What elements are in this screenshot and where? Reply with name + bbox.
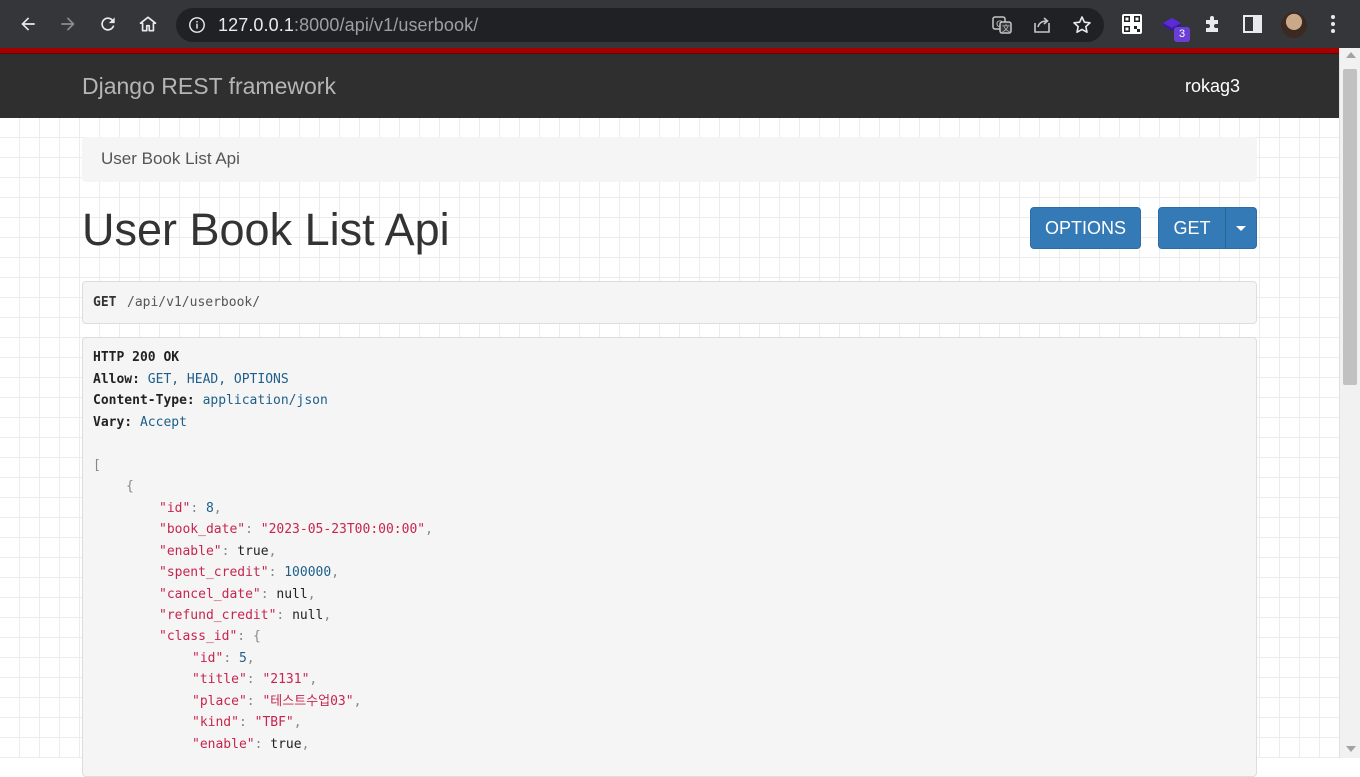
response-header: Content-Type: application/json (93, 393, 328, 409)
json-field: "title": "2131", (192, 672, 318, 687)
url-host: 127.0.0.1 (218, 15, 294, 35)
json-key: "book_date" (159, 522, 246, 537)
home-icon[interactable] (136, 12, 160, 36)
json-value: null (276, 587, 308, 602)
avatar[interactable] (1281, 12, 1307, 38)
json-field: "enable": true, (192, 737, 310, 752)
json-value: 8 (205, 501, 214, 516)
json-field: "book_date": "2023-05-23T00:00:00", (159, 522, 433, 537)
json-field: "enable": true, (159, 544, 277, 559)
request-info: GET /api/v1/userbook/ (82, 281, 1257, 324)
json-value: 5 (238, 651, 247, 666)
info-icon[interactable] (188, 16, 206, 34)
json-field: "place": "테스트수업03", (192, 694, 362, 709)
breadcrumb-item[interactable]: User Book List Api (101, 149, 240, 169)
json-key: "kind" (192, 715, 239, 730)
json-field: "refund_credit": null, (159, 608, 332, 623)
browser-toolbar: 127.0.0.1:8000/api/v1/userbook/ G文 3 (0, 0, 1360, 48)
json-field: "class_id": { (159, 629, 261, 644)
request-path: /api/v1/userbook/ (127, 295, 261, 310)
response-info: HTTP 200 OK Allow: GET, HEAD, OPTIONS Co… (82, 337, 1257, 777)
json-field: "id": 5, (192, 651, 255, 666)
navbar: Django REST framework rokag3 (0, 54, 1339, 118)
breadcrumb: User Book List Api (82, 137, 1257, 182)
json-field: "kind": "TBF", (192, 715, 302, 730)
sidebar-icon[interactable] (1242, 13, 1264, 35)
json-value: true (237, 544, 269, 559)
scroll-up-arrow-icon[interactable] (1346, 52, 1356, 58)
response-status: HTTP 200 OK (93, 350, 180, 365)
json-open-bracket: [ (93, 458, 101, 473)
header-key: Allow: (93, 372, 140, 387)
qr-code-icon[interactable] (1121, 13, 1143, 35)
json-value: null (292, 608, 324, 623)
json-key: "spent_credit" (159, 565, 269, 580)
json-value: { (252, 629, 261, 644)
translate-icon[interactable]: G文 (992, 15, 1012, 35)
get-button[interactable]: GET (1158, 207, 1226, 249)
brand-link[interactable]: Django REST framework (82, 73, 336, 100)
json-key: "title" (192, 672, 247, 687)
scroll-down-arrow-icon[interactable] (1346, 746, 1356, 752)
header-value: GET, HEAD, OPTIONS (147, 372, 289, 387)
header-value: Accept (139, 415, 187, 430)
reload-icon[interactable] (96, 12, 120, 36)
response-header: Allow: GET, HEAD, OPTIONS (93, 372, 289, 388)
json-field: "spent_credit": 100000, (159, 565, 340, 580)
extension-badge: 3 (1174, 27, 1190, 42)
json-field: "id": 8, (159, 501, 222, 516)
forward-icon[interactable] (56, 12, 80, 36)
json-key: "id" (192, 651, 224, 666)
request-method: GET (93, 295, 117, 310)
header-key: Vary: (93, 415, 133, 430)
svg-text:文: 文 (1002, 23, 1010, 33)
json-open-brace: { (126, 479, 134, 494)
json-key: "place" (192, 694, 247, 709)
json-key: "enable" (159, 544, 222, 559)
json-key: "class_id" (159, 629, 238, 644)
menu-dots-icon[interactable] (1322, 13, 1344, 35)
scroll-thumb[interactable] (1343, 69, 1357, 385)
share-icon[interactable] (1032, 15, 1052, 35)
url-path: :8000/api/v1/userbook/ (293, 15, 479, 35)
json-value: "테스트수업03" (262, 694, 354, 709)
user-menu[interactable]: rokag3 (1185, 76, 1240, 97)
json-value: "2131" (262, 672, 310, 687)
puzzle-icon[interactable] (1202, 13, 1224, 35)
json-field: "cancel_date": null, (159, 587, 316, 602)
address-bar[interactable]: 127.0.0.1:8000/api/v1/userbook/ G文 (176, 8, 1104, 42)
options-button[interactable]: OPTIONS (1030, 207, 1141, 249)
header-value: application/json (202, 393, 328, 408)
json-key: "id" (159, 501, 191, 516)
page-title: User Book List Api (82, 204, 450, 255)
url-text[interactable]: 127.0.0.1:8000/api/v1/userbook/ (218, 15, 478, 36)
json-key: "refund_credit" (159, 608, 277, 623)
back-icon[interactable] (16, 12, 40, 36)
main-content: User Book List Api User Book List Api OP… (0, 118, 1339, 777)
response-header: Vary: Accept (93, 415, 187, 431)
page-scrollbar[interactable] (1339, 48, 1360, 758)
json-key: "enable" (192, 737, 255, 752)
json-value: "TBF" (254, 715, 294, 730)
json-value: 100000 (284, 565, 332, 580)
star-icon[interactable] (1072, 15, 1092, 35)
header-key: Content-Type: (93, 393, 195, 408)
format-dropdown-button[interactable] (1225, 207, 1257, 249)
json-value: "2023-05-23T00:00:00" (260, 522, 426, 537)
json-value: true (270, 737, 302, 752)
caret-down-icon (1236, 225, 1246, 231)
json-key: "cancel_date" (159, 587, 261, 602)
